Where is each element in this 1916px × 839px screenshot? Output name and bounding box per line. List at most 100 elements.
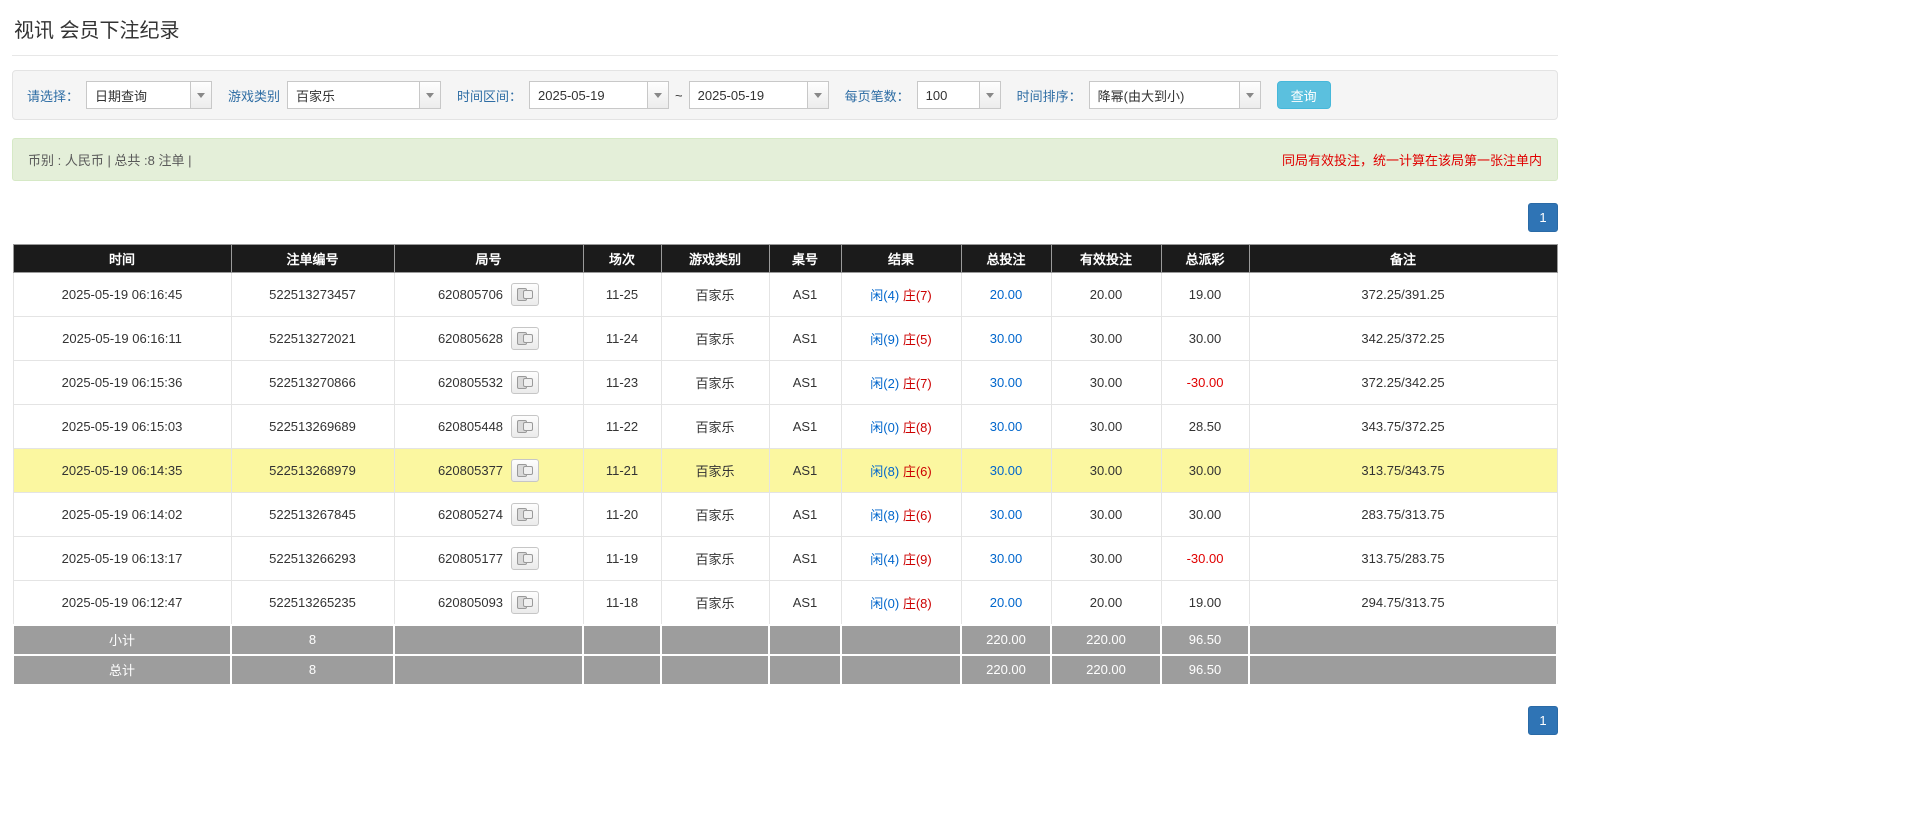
round-cell: 620805177 (393, 536, 584, 581)
date-from-combobox (529, 81, 670, 109)
total-bet-link[interactable]: 30.00 (990, 551, 1023, 566)
filter-group-sort: 时间排序： (1017, 81, 1261, 109)
date-to-combobox (688, 81, 829, 109)
pagination-page-button[interactable]: 1 (1528, 705, 1558, 735)
time-sort-input[interactable] (1088, 81, 1239, 109)
time-cell: 2025-05-19 06:16:45 (12, 272, 232, 317)
chevron-down-icon[interactable] (1238, 81, 1261, 109)
filter-group-select: 请选择： (27, 81, 213, 109)
table-no-cell: AS1 (768, 316, 842, 361)
time-cell: 2025-05-19 06:15:03 (12, 404, 232, 449)
session-cell: 11-24 (582, 316, 662, 361)
total-bet-link[interactable]: 30.00 (990, 419, 1023, 434)
round-id: 620805093 (437, 594, 504, 610)
game-type-combobox (287, 81, 442, 109)
round-id-wrap: 620805377 (437, 459, 540, 482)
chevron-down-icon[interactable] (190, 81, 213, 109)
query-button[interactable]: 查询 (1276, 81, 1331, 109)
round-result-detail-button[interactable] (511, 415, 540, 438)
date-from-input[interactable] (529, 81, 648, 109)
page-title: 视讯 会员下注纪录 (12, 6, 1558, 56)
remark-cell: 372.25/342.25 (1248, 360, 1558, 405)
result-player: 闲(4) (870, 552, 900, 567)
result-banker: 庄(7) (902, 376, 932, 391)
round-result-detail-button[interactable] (511, 283, 540, 306)
column-header: 注单编号 (230, 244, 395, 273)
select-type-input[interactable] (86, 81, 191, 109)
valid-bet-cell: 20.00 (1050, 272, 1162, 317)
round-result-detail-button[interactable] (511, 371, 540, 394)
pagination-top: 1 (12, 203, 1558, 232)
chevron-down-icon[interactable] (419, 81, 442, 109)
pagination-page-button[interactable]: 1 (1528, 203, 1558, 232)
chevron-down-icon[interactable] (647, 81, 670, 109)
column-header: 时间 (12, 244, 232, 273)
summary-empty-cell (393, 623, 584, 656)
game-type-cell: 百家乐 (660, 360, 770, 405)
result-banker: 庄(7) (902, 288, 932, 303)
pagination-bottom: 1 (12, 705, 1558, 735)
total-bet-cell: 30.00 (960, 360, 1052, 405)
round-cell: 620805377 (393, 448, 584, 493)
valid-bet-cell: 20.00 (1050, 580, 1162, 625)
round-result-detail-button[interactable] (511, 327, 540, 350)
round-result-detail-button[interactable] (511, 590, 540, 614)
session-cell: 11-22 (582, 404, 662, 449)
valid-bet-cell: 30.00 (1050, 448, 1162, 493)
round-result-detail-button[interactable] (511, 459, 540, 482)
payout-cell: 30.00 (1160, 448, 1250, 493)
chevron-down-icon[interactable] (806, 81, 829, 109)
round-cell: 620805448 (393, 404, 584, 449)
result-cell: 闲(4) 庄(9) (840, 536, 962, 581)
filter-bar: 请选择： 游戏类别 时间区间： ~ (12, 70, 1558, 120)
date-range-separator: ~ (675, 87, 683, 103)
table-no-cell: AS1 (768, 580, 842, 625)
summary-empty-cell (1248, 623, 1558, 656)
total-bet-link[interactable]: 30.00 (990, 507, 1023, 522)
game-type-cell: 百家乐 (660, 492, 770, 537)
total-bet-cell: 30.00 (960, 492, 1052, 537)
total-bet-link[interactable]: 30.00 (990, 463, 1023, 478)
total-bet-link[interactable]: 20.00 (990, 595, 1023, 610)
payout-cell: 19.00 (1160, 272, 1250, 317)
page-size-input[interactable] (916, 81, 979, 109)
remark-cell: 313.75/343.75 (1248, 448, 1558, 493)
summary-empty-cell (660, 623, 770, 656)
total-bet-link[interactable]: 30.00 (990, 375, 1023, 390)
bet-id-cell: 522513266293 (230, 536, 395, 581)
column-header: 有效投注 (1050, 244, 1162, 273)
round-result-detail-button[interactable] (511, 503, 540, 526)
result-player: 闲(0) (870, 595, 900, 611)
date-range-label: 时间区间： (457, 88, 523, 104)
result-cell: 闲(8) 庄(6) (840, 448, 962, 493)
chevron-down-icon[interactable] (978, 81, 1001, 109)
cards-icon (517, 508, 534, 521)
result-banker: 庄(5) (902, 332, 932, 347)
bet-id-cell: 522513265235 (230, 580, 395, 625)
cards-icon (517, 595, 534, 609)
total-bet-link[interactable]: 30.00 (990, 331, 1023, 346)
game-type-input[interactable] (287, 81, 420, 109)
round-result-detail-button[interactable] (511, 547, 540, 570)
date-to-input[interactable] (688, 81, 807, 109)
round-id: 620805377 (437, 463, 504, 478)
payout-cell: -30.00 (1160, 360, 1250, 405)
round-id: 620805448 (437, 419, 504, 434)
total-bet-link[interactable]: 20.00 (990, 287, 1023, 302)
column-header: 总派彩 (1160, 244, 1250, 273)
column-header: 游戏类别 (660, 244, 770, 273)
filter-group-game: 游戏类别 (228, 81, 442, 109)
result-banker: 庄(9) (902, 552, 932, 567)
summary-label: 总计 (12, 653, 232, 686)
round-id: 620805532 (437, 375, 504, 390)
table-no-cell: AS1 (768, 448, 842, 493)
remark-cell: 294.75/313.75 (1248, 580, 1558, 625)
bet-id-cell: 522513270866 (230, 360, 395, 405)
summary-empty-cell (840, 653, 962, 686)
remark-cell: 313.75/283.75 (1248, 536, 1558, 581)
bet-records-table: 时间 注单编号 局号 场次 游戏类别 桌号 结果 总投注 有效投注 总派彩 备注 2025-05-1… (12, 244, 1558, 686)
session-cell: 11-25 (582, 272, 662, 317)
round-id-wrap: 620805532 (437, 371, 540, 394)
result-cell: 闲(8) 庄(6) (840, 492, 962, 537)
table-row: 2025-05-19 06:16:11 522513272021 620805628… (12, 316, 1558, 361)
